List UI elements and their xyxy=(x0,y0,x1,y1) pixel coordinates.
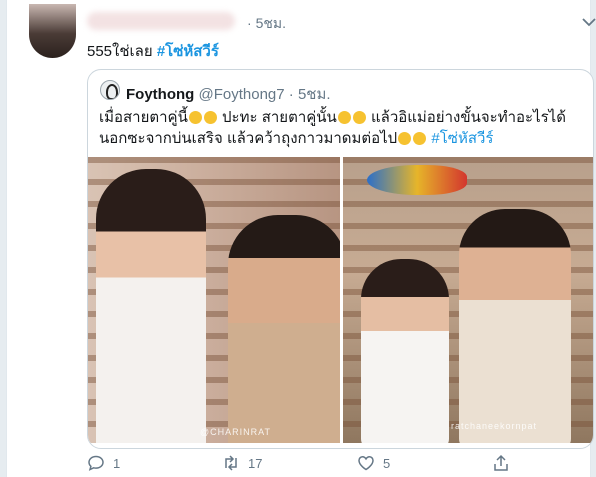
unamused-emoji-icon xyxy=(352,111,366,124)
retweet-button[interactable]: 17 xyxy=(222,454,262,472)
avatar[interactable] xyxy=(29,4,76,58)
tweet-actions: 1 17 5 xyxy=(87,454,527,472)
like-button[interactable]: 5 xyxy=(357,454,390,472)
tweet-body: 555ใช่เลย #โซ่หัสวีร์ xyxy=(87,39,219,63)
quoted-text-part: เมื่อสายตาคู่นี้ xyxy=(99,109,188,126)
tweet-timestamp[interactable]: · 5ชม. xyxy=(247,13,286,35)
share-icon xyxy=(494,454,508,471)
tweet-hashtag-link[interactable]: #โซ่หัสวีร์ xyxy=(157,43,219,60)
quoted-text-part: แล้วอิแม่อย่างขั้นจะทำอะไรได้ xyxy=(370,109,566,126)
reply-icon xyxy=(88,455,104,471)
quoted-photo-right[interactable]: ratchaneekornpat xyxy=(343,157,593,443)
quoted-separator: · xyxy=(288,86,294,103)
tweet-text: 555ใช่เลย xyxy=(87,43,153,60)
grin-emoji-icon xyxy=(398,132,412,145)
quoted-text-part: นอกซะจากบ่นเสริจ แล้วคว้าถุงกาวมาดมต่อไป xyxy=(99,130,398,147)
photo-man xyxy=(228,215,340,443)
grin-emoji-icon xyxy=(413,132,427,145)
photo-watermark-left: @CHARINRAT xyxy=(200,427,271,437)
reply-button[interactable]: 1 xyxy=(87,454,120,472)
quoted-time[interactable]: 5ชม. xyxy=(298,86,331,103)
tweet-time-text: 5ชม. xyxy=(255,15,286,31)
photo-woman xyxy=(361,259,449,443)
retweet-icon xyxy=(225,455,237,471)
chevron-down-icon[interactable] xyxy=(581,16,596,28)
photo-parrot xyxy=(367,165,467,195)
photo-woman xyxy=(96,169,206,443)
quoted-text: เมื่อสายตาคู่นี้ ปะทะ สายตาคู่นั้น แล้วอ… xyxy=(99,107,584,149)
retweet-count: 17 xyxy=(248,455,263,471)
like-icon xyxy=(358,456,374,471)
unamused-emoji-icon xyxy=(337,111,351,124)
rolling-eyes-emoji-icon xyxy=(203,111,217,124)
photo-man xyxy=(459,209,571,443)
tweet-card[interactable]: · 5ชม. 555ใช่เลย #โซ่หัสวีร์ Foythong @F… xyxy=(6,0,596,477)
quoted-handle[interactable]: @Foythong7 xyxy=(199,86,285,103)
quoted-header: Foythong @Foythong7 · 5ชม. xyxy=(126,82,331,106)
quoted-tweet[interactable]: Foythong @Foythong7 · 5ชม. เมื่อสายตาคู่… xyxy=(87,69,594,449)
rolling-eyes-emoji-icon xyxy=(188,111,202,124)
quoted-photo-left[interactable]: @CHARINRAT xyxy=(88,157,340,443)
share-button[interactable] xyxy=(492,454,510,472)
redacted-username xyxy=(87,12,235,30)
quoted-avatar[interactable] xyxy=(100,80,120,100)
like-count: 5 xyxy=(383,455,391,471)
quoted-hashtag-link[interactable]: #โซ่หัสวีร์ xyxy=(431,130,493,147)
reply-count: 1 xyxy=(113,455,121,471)
quoted-display-name[interactable]: Foythong xyxy=(126,86,194,103)
quoted-text-part: ปะทะ สายตาคู่นั้น xyxy=(222,109,337,126)
photo-watermark-right: ratchaneekornpat xyxy=(451,421,538,431)
